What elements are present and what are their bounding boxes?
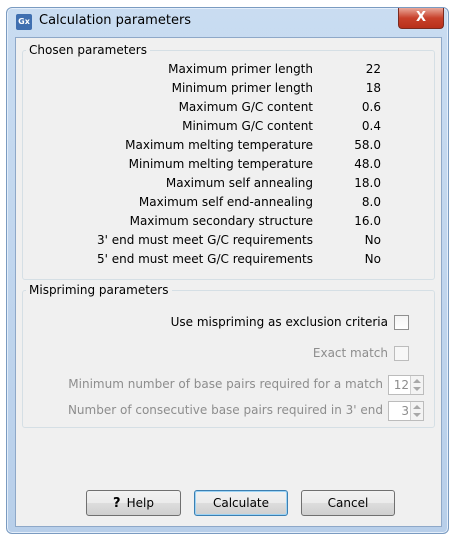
param-value: 0.4: [361, 119, 381, 133]
param-row-min-melting-temperature: Minimum melting temperature 48.0: [22, 155, 433, 173]
chosen-parameters-legend: Chosen parameters: [29, 43, 147, 57]
param-label: Maximum self annealing: [165, 176, 313, 190]
param-row-max-secondary-structure: Maximum secondary structure 16.0: [22, 212, 433, 230]
min-pairs-spinner[interactable]: 12: [388, 375, 424, 395]
param-row-min-gc-content: Minimum G/C content 0.4: [22, 117, 433, 135]
param-value: 22: [365, 62, 381, 76]
spin-down-icon[interactable]: [413, 413, 421, 417]
exact-match-label: Exact match: [312, 346, 388, 360]
param-row-max-primer-length: Maximum primer length 22: [22, 60, 433, 78]
help-icon: ?: [113, 496, 121, 511]
param-value: 48.0: [354, 157, 381, 171]
param-value: No: [364, 233, 381, 247]
param-label: 5' end must meet G/C requirements: [96, 252, 313, 266]
param-label: Maximum G/C content: [178, 100, 313, 114]
help-button-label: Help: [126, 496, 154, 510]
param-value: 0.6: [361, 100, 381, 114]
spin-up-icon[interactable]: [413, 405, 421, 409]
param-label: Maximum secondary structure: [129, 214, 313, 228]
param-row-max-self-annealing: Maximum self annealing 18.0: [22, 174, 433, 192]
window-title: Calculation parameters: [39, 13, 192, 28]
dialog-window: Gx Calculation parameters X Chosen param…: [6, 7, 449, 534]
title-bar[interactable]: Gx Calculation parameters X: [7, 8, 448, 36]
close-button[interactable]: X: [398, 8, 444, 29]
param-value: 18: [365, 81, 381, 95]
param-row-max-gc-content: Maximum G/C content 0.6: [22, 98, 433, 116]
param-value: 8.0: [361, 195, 381, 209]
exact-match-checkbox[interactable]: [394, 346, 409, 361]
consecutive-pairs-label: Number of consecutive base pairs require…: [67, 403, 383, 417]
cancel-button[interactable]: Cancel: [301, 490, 395, 516]
help-button[interactable]: ? Help: [86, 490, 181, 516]
param-value: 58.0: [354, 138, 381, 152]
param-row-min-primer-length: Minimum primer length 18: [22, 79, 433, 97]
param-value: No: [364, 252, 381, 266]
param-value: 16.0: [354, 214, 381, 228]
param-label: Maximum melting temperature: [125, 138, 313, 152]
param-row-max-self-end-annealing: Maximum self end-annealing 8.0: [22, 193, 433, 211]
param-row-3prime-gc: 3' end must meet G/C requirements No: [22, 231, 433, 249]
spinner-arrows[interactable]: [410, 402, 423, 420]
mispriming-legend: Mispriming parameters: [29, 283, 169, 297]
param-label: Minimum primer length: [171, 81, 313, 95]
consecutive-pairs-spinner[interactable]: 3: [388, 401, 424, 421]
app-icon: Gx: [16, 14, 32, 30]
param-label: Minimum G/C content: [182, 119, 313, 133]
param-value: 18.0: [354, 176, 381, 190]
param-row-max-melting-temperature: Maximum melting temperature 58.0: [22, 136, 433, 154]
param-label: Minimum melting temperature: [128, 157, 313, 171]
param-label: Maximum self end-annealing: [138, 195, 313, 209]
use-mispriming-label: Use mispriming as exclusion criteria: [170, 315, 388, 329]
param-label: Maximum primer length: [168, 62, 313, 76]
consecutive-pairs-value: 3: [401, 404, 409, 418]
spinner-arrows[interactable]: [410, 376, 423, 394]
param-row-5prime-gc: 5' end must meet G/C requirements No: [22, 250, 433, 268]
min-pairs-label: Minimum number of base pairs required fo…: [68, 377, 383, 391]
param-label: 3' end must meet G/C requirements: [96, 233, 313, 247]
spin-down-icon[interactable]: [413, 387, 421, 391]
use-mispriming-checkbox[interactable]: [394, 315, 409, 330]
spin-up-icon[interactable]: [413, 379, 421, 383]
min-pairs-value: 12: [393, 378, 409, 392]
calculate-button[interactable]: Calculate: [194, 490, 288, 516]
dialog-body: Chosen parameters Maximum primer length …: [15, 37, 442, 527]
